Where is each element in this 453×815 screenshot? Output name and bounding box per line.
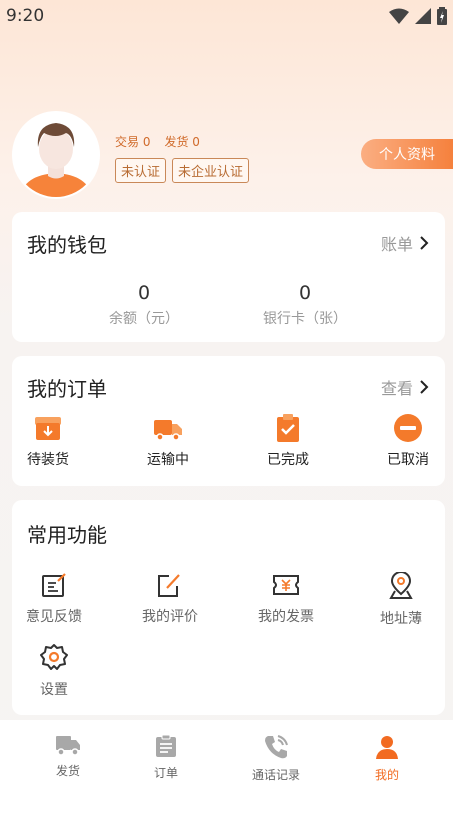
my-review-label: 我的评价 xyxy=(142,609,198,625)
bank-card-value: 0 xyxy=(298,282,312,304)
tab-call-log-label: 通话记录 xyxy=(251,768,300,782)
order-cancelled[interactable]: 已取消 xyxy=(373,413,443,469)
settings-item[interactable]: 设置 xyxy=(9,643,99,699)
bank-card-label: 银行卡（张） xyxy=(263,311,347,327)
order-pending-load-label: 待装货 xyxy=(27,452,69,468)
bottom-tab-bar: 发货 订单 通话记录 我的 xyxy=(0,720,453,815)
chevron-right-icon xyxy=(420,380,429,394)
clipboard-check-icon xyxy=(277,414,299,442)
my-invoice-label: 我的发票 xyxy=(258,609,314,625)
order-completed[interactable]: 已完成 xyxy=(253,413,323,469)
functions-card: 常用功能 意见反馈 我的评价 我的发票 地址薄 设置 xyxy=(12,500,445,715)
edit-icon xyxy=(158,574,180,597)
bank-card-stat[interactable]: 0 银行卡（张） xyxy=(230,282,380,328)
user-icon xyxy=(376,736,398,759)
avatar[interactable] xyxy=(12,111,100,199)
invoice-icon xyxy=(273,575,299,595)
order-completed-label: 已完成 xyxy=(267,452,309,468)
view-orders-label: 查看 xyxy=(380,379,413,398)
truck-icon xyxy=(154,420,182,441)
balance-value: 0 xyxy=(137,282,151,304)
trade-stats: 交易 0 发货 0 xyxy=(115,133,200,150)
bill-link-label: 账单 xyxy=(380,235,413,254)
settings-label: 设置 xyxy=(40,682,68,698)
feedback-item[interactable]: 意见反馈 xyxy=(9,572,99,626)
address-book-label: 地址薄 xyxy=(380,611,422,627)
unverified-badge[interactable]: 未认证 xyxy=(115,158,167,183)
list-icon xyxy=(156,734,176,757)
signal-icon xyxy=(415,8,431,24)
feedback-icon xyxy=(42,573,66,597)
truck-icon xyxy=(56,736,80,756)
order-cancelled-label: 已取消 xyxy=(387,452,429,468)
company-unverified-badge[interactable]: 未企业认证 xyxy=(172,158,250,183)
bill-link[interactable]: 账单 xyxy=(381,231,429,255)
balance-label: 余额（元） xyxy=(109,311,179,327)
trade-count: 交易 0 xyxy=(115,135,151,149)
tab-orders-label: 订单 xyxy=(153,766,178,780)
verification-badges: 未认证 未企业认证 xyxy=(115,158,250,183)
orders-card: 我的订单 查看 待装货 运输中 已完成 已取消 xyxy=(12,356,445,486)
chevron-right-icon xyxy=(420,236,429,250)
battery-icon xyxy=(437,7,447,25)
tab-ship[interactable]: 发货 xyxy=(28,734,108,779)
order-in-transit-label: 运输中 xyxy=(147,452,189,468)
status-bar: 9:20 xyxy=(0,0,453,32)
status-icons xyxy=(389,7,447,25)
balance-stat[interactable]: 0 余额（元） xyxy=(69,282,219,328)
status-time: 9:20 xyxy=(6,6,45,26)
box-download-icon xyxy=(35,417,61,440)
tab-ship-label: 发货 xyxy=(55,764,80,778)
location-icon xyxy=(389,572,413,599)
address-book-item[interactable]: 地址薄 xyxy=(356,572,446,628)
tab-mine-label: 我的 xyxy=(374,768,399,782)
phone-icon xyxy=(265,735,288,759)
view-orders-link[interactable]: 查看 xyxy=(381,375,429,399)
avatar-person-icon xyxy=(14,113,98,197)
feedback-label: 意见反馈 xyxy=(26,609,82,625)
orders-title: 我的订单 xyxy=(27,377,107,401)
ship-count: 发货 0 xyxy=(164,135,200,149)
order-in-transit[interactable]: 运输中 xyxy=(133,413,203,469)
wallet-title: 我的钱包 xyxy=(27,233,107,257)
profile-button[interactable]: 个人资料 xyxy=(361,139,453,169)
settings-icon xyxy=(40,644,68,670)
my-review-item[interactable]: 我的评价 xyxy=(125,572,215,626)
tab-call-log[interactable]: 通话记录 xyxy=(236,734,316,783)
my-invoice-item[interactable]: 我的发票 xyxy=(241,572,331,626)
tab-orders[interactable]: 订单 xyxy=(126,734,206,781)
minus-circle-icon xyxy=(394,414,422,442)
functions-title: 常用功能 xyxy=(27,523,107,547)
order-pending-load[interactable]: 待装货 xyxy=(13,413,83,469)
wallet-card: 我的钱包 账单 0 余额（元） 0 银行卡（张） xyxy=(12,212,445,342)
wifi-icon xyxy=(389,8,409,24)
tab-mine[interactable]: 我的 xyxy=(347,734,427,783)
